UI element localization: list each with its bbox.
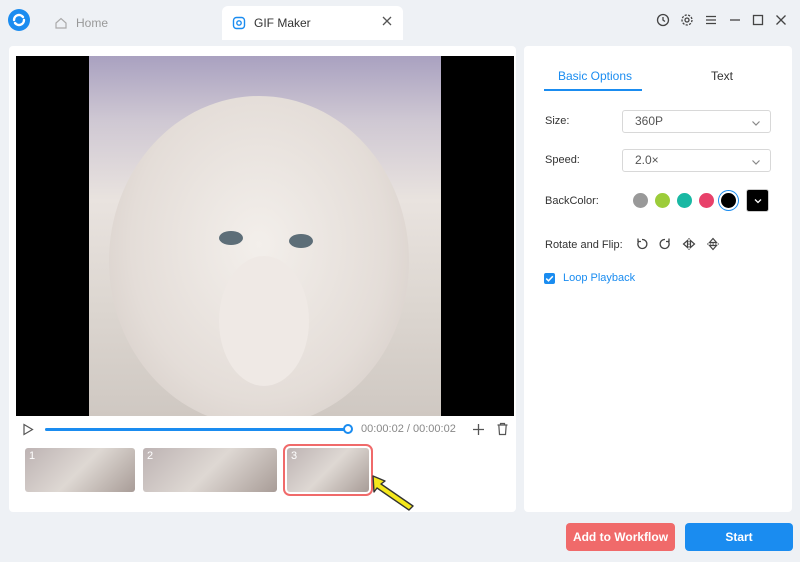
add-to-workflow-button[interactable]: Add to Workflow [566,523,675,551]
color-swatch-selected[interactable] [721,193,736,208]
total-time: 00:00:02 [413,423,456,435]
close-tab-icon[interactable] [381,15,393,30]
tab-home[interactable]: Home [44,6,220,40]
play-icon[interactable] [22,423,34,439]
flip-vertical-icon[interactable] [705,236,721,252]
frame-thumbnail[interactable]: 1 [25,448,135,492]
playback-progress-fill [45,428,348,431]
add-icon[interactable] [472,423,485,439]
rotate-flip-label: Rotate and Flip: [545,239,623,251]
loop-playback-checkbox[interactable] [544,273,555,284]
maximize-icon[interactable] [749,11,767,29]
frame-thumbnail[interactable]: 2 [143,448,277,492]
menu-icon[interactable] [702,11,720,29]
trash-icon[interactable] [496,422,509,439]
app-logo-icon [8,9,30,31]
size-select[interactable]: 360P [622,110,771,133]
playback-progress-track[interactable] [45,428,348,431]
frame-thumbnail-selected[interactable]: 3 [283,444,373,496]
speed-value: 2.0× [635,153,659,167]
speed-label: Speed: [545,154,580,166]
tab-home-label: Home [76,16,109,30]
color-swatch[interactable] [633,193,648,208]
history-icon[interactable] [654,11,672,29]
video-preview [16,56,514,416]
speed-select[interactable]: 2.0× [622,149,771,172]
playback-scrubber-handle[interactable] [343,424,353,434]
size-label: Size: [545,115,570,127]
size-value: 360P [635,114,664,128]
tab-gif-maker-label: GIF Maker [254,16,311,30]
gif-maker-icon [232,16,246,30]
color-swatch[interactable] [655,193,670,208]
pointer-arrow-icon [369,472,417,515]
current-time: 00:00:02 [361,423,404,435]
checkmark-icon [545,275,554,282]
rotate-right-icon[interactable] [657,236,673,252]
color-swatch[interactable] [699,193,714,208]
minimize-icon[interactable] [726,11,744,29]
playback-time: 00:00:02 / 00:00:02 [361,423,456,435]
loop-playback-label[interactable]: Loop Playback [563,272,635,284]
backcolor-label: BackColor: [545,195,599,207]
color-swatch[interactable] [677,193,692,208]
chevron-down-icon [754,198,761,203]
tab-text[interactable]: Text [711,69,733,83]
frame-list: 1 2 3 [25,444,515,511]
flip-horizontal-icon[interactable] [681,236,697,252]
chevron-down-icon [750,115,762,136]
title-bar: Home GIF Maker [0,0,800,40]
close-window-icon[interactable] [772,11,790,29]
settings-gear-icon[interactable] [678,11,696,29]
home-icon [54,16,68,30]
frame-number: 3 [291,450,298,462]
preview-frame-image [89,56,441,416]
chevron-down-icon [750,154,762,175]
rotate-left-icon[interactable] [634,236,650,252]
frame-number: 1 [29,450,36,462]
custom-color-picker[interactable] [746,189,769,212]
time-separator: / [403,423,413,435]
frame-number: 2 [147,450,154,462]
tab-gif-maker[interactable]: GIF Maker [222,6,403,40]
start-button[interactable]: Start [685,523,793,551]
tab-basic-options[interactable]: Basic Options [558,69,632,83]
active-tab-underline [544,89,642,91]
playback-bar: 00:00:02 / 00:00:02 [16,418,514,442]
